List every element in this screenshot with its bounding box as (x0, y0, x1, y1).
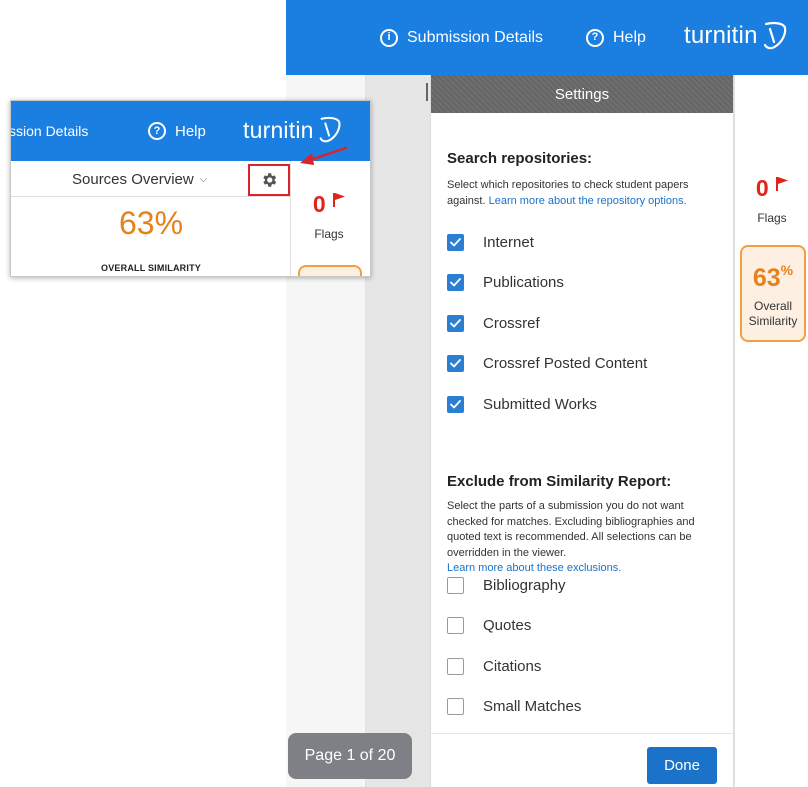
search-repositories-heading: Search repositories: (447, 150, 593, 167)
option-label: Quotes (483, 617, 532, 634)
settings-footer: Done (431, 733, 733, 787)
settings-title: Settings (554, 85, 610, 103)
inset-flags-count[interactable]: 0 (292, 191, 366, 218)
inset-sources-bar: Sources Overview ⌵ (11, 161, 291, 197)
overall-similarity-card[interactable]: 63% Overall Similarity (740, 245, 806, 342)
exclude-heading: Exclude from Similarity Report: (447, 473, 672, 490)
flags-count[interactable]: 0 (735, 175, 808, 202)
repository-options-link[interactable]: Learn more about the repository options. (489, 195, 687, 207)
flags-label: Flags (757, 211, 787, 225)
checkbox-checked[interactable] (447, 314, 464, 332)
checkmark-icon (450, 278, 461, 287)
checkbox-checked[interactable] (447, 395, 464, 413)
option-row[interactable]: Crossref (447, 311, 540, 335)
done-label: Done (664, 757, 700, 774)
checkmark-icon (450, 399, 461, 408)
option-label: Small Matches (483, 698, 582, 715)
option-row[interactable]: Submitted Works (447, 392, 597, 416)
top-bar: i Submission Details ? Help turnitin (286, 0, 808, 75)
option-row[interactable]: Citations (447, 654, 541, 678)
inset-help-label: Help (175, 122, 206, 140)
checkmark-icon (450, 359, 461, 368)
option-label: Submitted Works (483, 395, 597, 413)
inset-submission-details-link[interactable]: ssion Details (11, 101, 88, 161)
sources-overview-label: Sources Overview (72, 170, 194, 188)
flags-count-value: 0 (755, 175, 769, 201)
checkbox[interactable] (447, 576, 464, 594)
chevron-down-icon: ⌵ (199, 173, 208, 185)
inset-flags-count-value: 0 (312, 191, 326, 217)
checkbox-checked[interactable] (447, 355, 464, 372)
turnitin-logo: turnitin (684, 20, 790, 52)
settings-title-bar: Settings (431, 75, 733, 113)
option-row[interactable]: Small Matches (447, 695, 581, 719)
similarity-label-line1: Overall (753, 299, 792, 313)
arrow-icon (300, 146, 348, 165)
flag-icon (333, 193, 346, 207)
submission-details-label: Submission Details (407, 28, 544, 46)
option-row[interactable]: Publications (447, 271, 564, 295)
inset-help-link[interactable]: ? Help (148, 101, 206, 161)
inset-overall-similarity-label: OVERALL SIMILARITY (101, 263, 201, 273)
similarity-number: 63 (752, 264, 781, 292)
text-cursor (426, 83, 428, 101)
settings-panel: Settings Search repositories: Select whi… (430, 75, 734, 787)
inset-similarity-percent: 63% (118, 205, 184, 241)
help-label: Help (613, 28, 646, 46)
inset-sources-panel: Sources Overview ⌵ 63% OVERALL SIMILARIT… (11, 161, 291, 276)
similarity-label: Overall Similarity (742, 299, 804, 329)
checkbox-checked[interactable] (447, 274, 464, 291)
exclude-desc-text: Select the parts of a submission you do … (447, 500, 695, 559)
option-label: Crossref (483, 314, 540, 332)
option-row[interactable]: Bibliography (447, 573, 566, 597)
page-indicator-label: Page 1 of 20 (304, 747, 396, 764)
exclude-description: Select the parts of a submission you do … (447, 499, 723, 577)
checkmark-icon (450, 237, 461, 246)
page-indicator: Page 1 of 20 (288, 733, 412, 779)
option-label: Internet (483, 233, 534, 251)
option-row[interactable]: Crossref Posted Content (447, 352, 647, 376)
inset-similarity-card[interactable] (298, 265, 362, 276)
checkbox[interactable] (447, 617, 464, 634)
help-icon: ? (586, 28, 604, 47)
settings-gear-button[interactable] (248, 164, 290, 196)
inset-flags-label: Flags (314, 227, 344, 241)
option-row[interactable]: Internet (447, 230, 534, 254)
done-button[interactable]: Done (647, 747, 717, 784)
option-label: Bibliography (483, 576, 566, 594)
help-link[interactable]: ? Help (586, 0, 646, 75)
help-icon: ? (148, 122, 166, 140)
similarity-label-line2: Similarity (748, 314, 798, 328)
checkbox-checked[interactable] (447, 233, 464, 251)
option-row[interactable]: Quotes (447, 614, 531, 638)
checkbox[interactable] (447, 657, 464, 675)
gear-icon (263, 173, 277, 187)
logo-text: turnitin (684, 22, 758, 49)
checkbox[interactable] (447, 698, 464, 715)
info-icon: i (380, 28, 398, 47)
sources-overview-dropdown[interactable]: Sources Overview ⌵ (72, 161, 207, 197)
inset-screenshot: ssion Details ? Help turnitin Sources Ov… (10, 100, 371, 277)
inset-right-rail: 0 Flags (292, 161, 370, 276)
option-label: Crossref Posted Content (483, 355, 648, 372)
turnitin-logo-icon (763, 21, 786, 50)
similarity-unit: % (780, 262, 794, 278)
search-repositories-description: Select which repositories to check stude… (447, 178, 723, 209)
option-label: Publications (483, 274, 564, 291)
submission-details-link[interactable]: i Submission Details (380, 0, 543, 75)
flag-icon (776, 177, 789, 191)
right-rail: 0 Flags 63% Overall Similarity (734, 75, 808, 787)
checkmark-icon (450, 318, 461, 327)
option-label: Citations (483, 657, 542, 675)
similarity-value: 63% (742, 262, 804, 293)
